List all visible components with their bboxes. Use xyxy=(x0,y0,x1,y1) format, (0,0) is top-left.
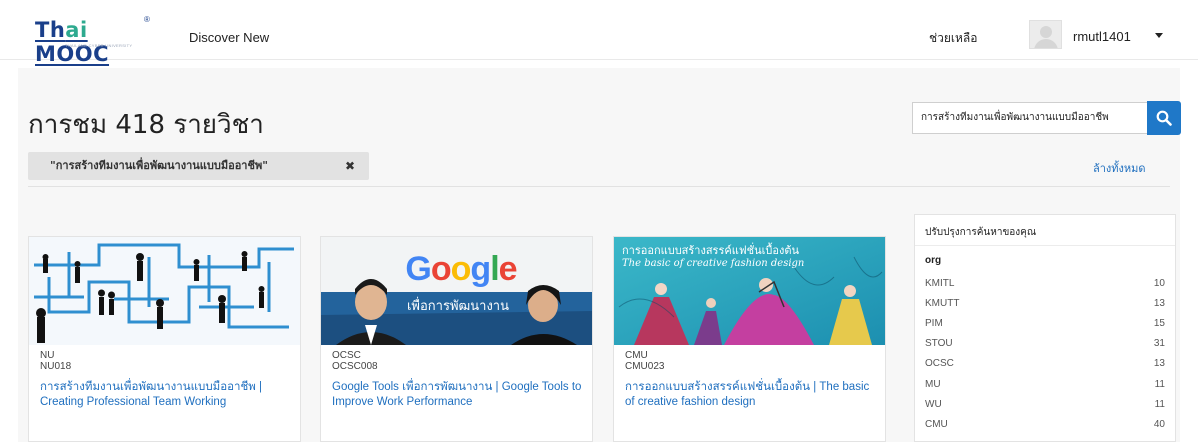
nav-discover-new[interactable]: Discover New xyxy=(189,30,269,45)
refine-item-label: MU xyxy=(925,379,941,390)
refine-item-count: 40 xyxy=(1153,419,1165,430)
refine-item-label: KMITL xyxy=(925,278,955,289)
refine-item-ocsc[interactable]: OCSC 13 xyxy=(925,358,1165,378)
course-title-link[interactable]: การออกแบบสร้างสรรค์แฟชั่นเบื้องต้น | The… xyxy=(625,380,879,410)
divider xyxy=(28,186,1170,187)
course-code: NU018 xyxy=(40,361,72,372)
search-icon xyxy=(1156,110,1172,126)
active-filter-chip: "การสร้างทีมงานเพื่อพัฒนางานแบบมืออาชีพ"… xyxy=(28,152,369,180)
course-org: CMU xyxy=(625,350,648,361)
course-card[interactable]: การออกแบบสร้างสรรค์แฟชั่นเบื้องต้น The b… xyxy=(613,236,886,442)
banner-subtitle: เพื่อการพัฒนางาน xyxy=(406,299,509,314)
avatar-body-shape xyxy=(1034,39,1058,48)
refine-item-kmutt[interactable]: KMUTT 13 xyxy=(925,298,1165,318)
course-org: OCSC xyxy=(332,350,361,361)
course-title-link[interactable]: Google Tools เพื่อการพัฒนางาน | Google T… xyxy=(332,380,586,410)
course-card[interactable]: NU NU018 การสร้างทีมงานเพื่อพัฒนางานแบบม… xyxy=(28,236,301,442)
search-button[interactable] xyxy=(1147,101,1181,135)
refine-item-label: OCSC xyxy=(925,358,954,369)
refine-item-cmu[interactable]: CMU 40 xyxy=(925,419,1165,439)
refine-item-count: 15 xyxy=(1153,318,1165,329)
thaimooc-logo[interactable]: Thai MOOC ® THAILAND CYBER UNIVERSITY xyxy=(35,15,155,66)
refine-item-label: KMUTT xyxy=(925,298,960,309)
refine-item-count: 31 xyxy=(1153,338,1165,349)
refine-item-label: STOU xyxy=(925,338,953,349)
google-wordmark: Google xyxy=(405,250,517,288)
chevron-down-icon[interactable] xyxy=(1155,33,1163,38)
refine-item-label: WU xyxy=(925,399,942,410)
refine-group-label: org xyxy=(925,255,942,266)
filter-chip-label: "การสร้างทีมงานเพื่อพัฒนางานแบบมืออาชีพ" xyxy=(50,159,268,172)
course-card[interactable]: Google เพื่อการพัฒนางาน OCSC OCSC008 Goo… xyxy=(320,236,593,442)
refine-search-panel: ปรับปรุงการค้นหาของคุณ org KMITL 10 KMUT… xyxy=(914,214,1176,442)
divider xyxy=(915,245,1175,246)
refine-item-wu[interactable]: WU 11 xyxy=(925,399,1165,419)
search-results-panel: การชม 418 รายวิชา การสร้างทีมงานเพื่อพัฒ… xyxy=(18,68,1181,442)
clear-all-filters-link[interactable]: ล้างทั้งหมด xyxy=(1093,159,1146,177)
search-input[interactable]: การสร้างทีมงานเพื่อพัฒนางานแบบมืออาชีพ xyxy=(912,102,1147,134)
close-icon[interactable]: ✖ xyxy=(345,152,355,180)
refine-item-pim[interactable]: PIM 15 xyxy=(925,318,1165,338)
refine-item-kmitl[interactable]: KMITL 10 xyxy=(925,278,1165,298)
banner-title-en: The basic of creative fashion design xyxy=(622,258,805,269)
logo-tagline: THAILAND CYBER UNIVERSITY xyxy=(65,43,133,48)
avatar-head-shape xyxy=(1040,26,1052,38)
refine-item-label: PIM xyxy=(925,318,943,329)
refine-panel-title: ปรับปรุงการค้นหาของคุณ xyxy=(925,227,1037,238)
refine-item-count: 11 xyxy=(1154,379,1165,390)
course-code: CMU023 xyxy=(625,361,665,372)
top-navigation-bar: Thai MOOC ® THAILAND CYBER UNIVERSITY Di… xyxy=(0,0,1198,66)
course-org: NU xyxy=(40,350,55,361)
course-thumbnail-fashion[interactable]: การออกแบบสร้างสรรค์แฟชั่นเบื้องต้น The b… xyxy=(614,237,885,345)
results-count-title: การชม 418 รายวิชา xyxy=(28,110,264,140)
refine-item-mu[interactable]: MU 11 xyxy=(925,379,1165,399)
refine-item-count: 11 xyxy=(1154,399,1165,410)
course-thumbnail-team-network[interactable] xyxy=(29,237,300,345)
course-code: OCSC008 xyxy=(332,361,378,372)
refine-item-label: CMU xyxy=(925,419,948,430)
logo-wordmark: Thai MOOC xyxy=(35,18,110,66)
course-thumbnail-google-banner[interactable]: Google เพื่อการพัฒนางาน xyxy=(321,237,592,345)
refine-item-stou[interactable]: STOU 31 xyxy=(925,338,1165,358)
banner-title-th: การออกแบบสร้างสรรค์แฟชั่นเบื้องต้น xyxy=(622,244,799,257)
refine-item-count: 10 xyxy=(1153,278,1165,289)
avatar[interactable] xyxy=(1029,20,1062,49)
logo-registered-mark: ® xyxy=(144,15,150,24)
refine-item-count: 13 xyxy=(1153,298,1165,309)
course-title-link[interactable]: การสร้างทีมงานเพื่อพัฒนางานแบบมืออาชีพ |… xyxy=(40,380,294,410)
refine-item-count: 13 xyxy=(1153,358,1165,369)
help-link[interactable]: ช่วยเหลือ xyxy=(929,29,978,48)
username-menu[interactable]: rmutl1401 xyxy=(1073,29,1131,44)
